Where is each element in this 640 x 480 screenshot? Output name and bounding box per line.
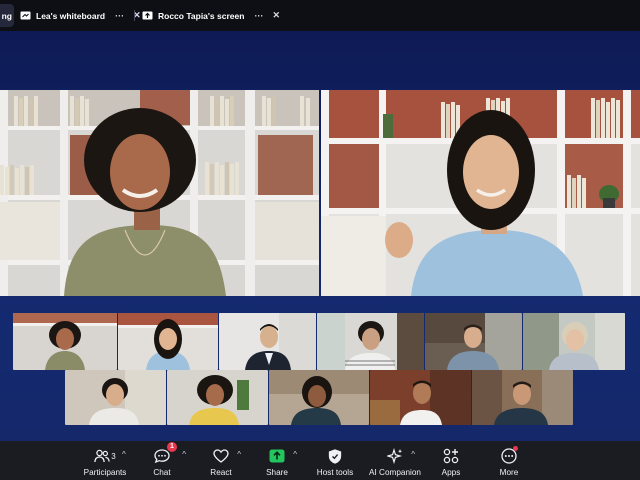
share-button[interactable]: ^ Share [260,441,297,480]
host-tools-label: Host tools [316,468,354,477]
gallery-video-4 [317,313,424,370]
gallery-video-2 [118,313,218,370]
meeting-stage [0,31,640,441]
tab-screen-share[interactable]: Rocco Tapia's screen ··· ✕ [142,4,280,27]
chat-label: Chat [153,468,171,477]
participants-label: Participants [83,468,127,477]
gallery-tile-1[interactable] [13,313,117,370]
shield-icon [328,448,342,464]
chat-button[interactable]: 1 ^ Chat [146,441,186,480]
apps-button[interactable]: Apps [434,441,468,480]
participants-caret[interactable]: ^ [122,450,126,459]
gallery-tile-3[interactable] [219,313,316,370]
participants-count: 3 [111,451,116,461]
apps-icon [443,448,459,464]
participants-icon-wrap: 3 ^ [94,445,126,467]
tab-divider [134,10,135,21]
gallery-video-10 [370,370,471,425]
tab-screen-share-more-button[interactable]: ··· [254,11,263,21]
ai-companion-label: AI Companion [369,468,421,477]
video-tile-speaker-1[interactable] [0,90,319,296]
more-icon-wrap [501,445,518,467]
ai-companion-caret[interactable]: ^ [411,450,415,459]
host-tools-button[interactable]: Host tools [310,441,360,480]
apps-label: Apps [441,468,461,477]
heart-icon [213,449,229,463]
meeting-toolbar: 3 ^ Participants 1 ^ Chat ^ React ^ Shar… [0,441,640,480]
whiteboard-icon [20,11,31,20]
share-icon-wrap: ^ [269,445,297,467]
gallery-video-5 [425,313,522,370]
tab-gallery-label: ng [1,10,12,21]
share-caret[interactable]: ^ [293,450,297,459]
tab-whiteboard[interactable]: Lea's whiteboard ··· ✕ [20,4,141,27]
gallery-tile-11[interactable] [472,370,573,425]
ai-companion-icon-wrap: ^ [387,445,415,467]
tab-gallery[interactable]: ng [0,4,14,27]
chat-caret[interactable]: ^ [182,450,186,459]
tab-whiteboard-more-button[interactable]: ··· [115,11,124,21]
react-button[interactable]: ^ React [204,441,241,480]
chat-icon [154,449,170,463]
gallery-tile-2[interactable] [118,313,218,370]
react-icon-wrap: ^ [213,445,241,467]
gallery-tile-9[interactable] [269,370,369,425]
share-icon [269,449,285,463]
chat-unread-badge: 1 [167,442,177,452]
react-label: React [210,468,232,477]
gallery-tile-8[interactable] [167,370,268,425]
ai-companion-button[interactable]: ^ AI Companion [366,441,424,480]
gallery-tile-10[interactable] [370,370,471,425]
host-tools-icon-wrap [328,445,342,467]
speaker-2-video [321,90,640,296]
more-notification-dot [513,446,518,451]
sparkle-icon [387,448,403,464]
apps-icon-wrap [443,445,459,467]
react-caret[interactable]: ^ [237,450,241,459]
gallery-video-9 [269,370,369,425]
gallery-video-8 [167,370,268,425]
share-screen-icon [142,11,153,20]
gallery-video-1 [13,313,117,370]
gallery-tile-7[interactable] [65,370,166,425]
participants-icon [94,449,111,463]
gallery-tile-4[interactable] [317,313,424,370]
more-button[interactable]: More [492,441,526,480]
more-label: More [499,468,519,477]
chat-icon-wrap: 1 ^ [154,442,186,467]
gallery-video-7 [65,370,166,425]
video-tile-speaker-2[interactable] [321,90,640,296]
tab-screen-share-label: Rocco Tapia's screen [158,10,245,21]
gallery-video-11 [472,370,573,425]
gallery-video-6 [523,313,625,370]
speaker-1-video [0,90,319,296]
gallery-tile-5[interactable] [425,313,522,370]
tab-whiteboard-label: Lea's whiteboard [36,10,106,21]
gallery-video-3 [219,313,316,370]
gallery-tile-6[interactable] [523,313,625,370]
tab-screen-share-close-button[interactable]: ✕ [272,10,280,21]
participants-button[interactable]: 3 ^ Participants [79,441,131,480]
tab-bar: ng Lea's whiteboard ··· ✕ Rocco Tapia's … [0,0,640,31]
share-label: Share [266,468,288,477]
